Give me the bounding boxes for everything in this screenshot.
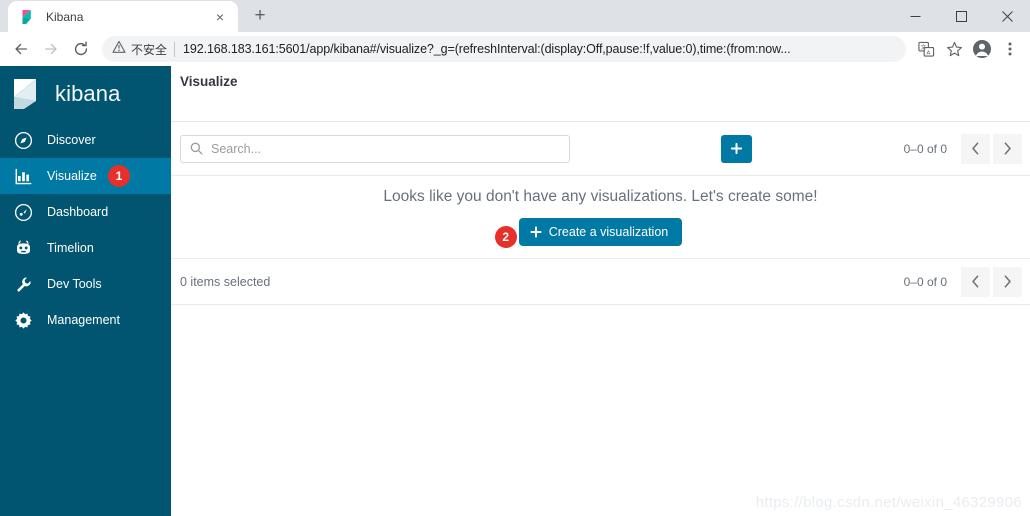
sidebar-item-management[interactable]: Management <box>0 302 171 338</box>
sidebar-item-label: Management <box>47 313 120 327</box>
kibana-app: kibana Discover Visualize 1 Dashboard Ti… <box>0 66 1030 516</box>
plus-icon <box>731 142 743 155</box>
pagination-prev-button[interactable] <box>961 133 990 164</box>
pagination-prev-button[interactable] <box>961 266 990 297</box>
empty-state-message: Looks like you don't have any visualizat… <box>383 188 818 205</box>
maximize-icon[interactable] <box>938 0 984 32</box>
gear-icon <box>12 309 34 331</box>
search-icon <box>190 142 203 155</box>
page-canvas: https://blog.csdn.net/weixin_46329906 <box>171 305 1030 516</box>
sidebar-item-label: Timelion <box>47 241 94 255</box>
sidebar-item-label: Visualize <box>47 169 97 183</box>
search-input[interactable] <box>211 141 560 156</box>
chevron-right-icon <box>1004 142 1011 155</box>
chevron-left-icon <box>972 142 979 155</box>
create-visualization-label: Create a visualization <box>548 225 669 239</box>
forward-arrow-icon[interactable] <box>36 34 66 64</box>
chevron-right-icon <box>1004 275 1011 288</box>
create-visualization-button[interactable]: Create a visualization <box>518 218 683 246</box>
wrench-icon <box>12 273 34 295</box>
page-header: Visualize <box>171 66 1030 122</box>
dashboard-icon <box>12 201 34 223</box>
not-secure-warning-icon <box>112 40 126 59</box>
reload-icon[interactable] <box>66 34 96 64</box>
pagination-bottom: 0–0 of 0 <box>903 266 1022 297</box>
sidebar-item-label: Dashboard <box>47 205 109 219</box>
pagination-next-button[interactable] <box>993 266 1022 297</box>
chevron-left-icon <box>972 275 979 288</box>
star-icon[interactable] <box>940 35 968 63</box>
sidebar-item-timelion[interactable]: Timelion <box>0 230 171 266</box>
compass-icon <box>12 129 34 151</box>
omnibox-divider <box>174 41 176 57</box>
account-avatar-icon[interactable] <box>968 35 996 63</box>
sidebar-nav: Discover Visualize 1 Dashboard Timelion … <box>0 122 171 338</box>
address-bar-url: 192.168.183.161:5601/app/kibana#/visuali… <box>183 42 791 56</box>
tab-close-icon[interactable]: × <box>212 9 228 25</box>
kibana-logo <box>11 77 45 111</box>
address-bar[interactable]: 不安全 192.168.183.161:5601/app/kibana#/vis… <box>102 36 906 62</box>
sidebar-brand[interactable]: kibana <box>0 66 171 122</box>
minimize-icon[interactable] <box>892 0 938 32</box>
bar-chart-icon <box>12 165 34 187</box>
pagination-count: 0–0 of 0 <box>903 274 947 289</box>
browser-tab-kibana[interactable]: Kibana × <box>8 1 238 32</box>
three-dot-menu-icon[interactable] <box>996 35 1024 63</box>
main-content: Visualize 0–0 of 0 <box>171 66 1030 516</box>
sidebar-item-dashboard[interactable]: Dashboard <box>0 194 171 230</box>
sidebar-item-label: Discover <box>47 133 96 147</box>
pagination-top: 0–0 of 0 <box>903 133 1022 164</box>
tab-title: Kibana <box>46 9 84 24</box>
pagination-next-button[interactable] <box>993 133 1022 164</box>
sidebar-item-dev-tools[interactable]: Dev Tools <box>0 266 171 302</box>
translate-icon[interactable]: 文 A <box>912 35 940 63</box>
pagination-count: 0–0 of 0 <box>903 141 947 156</box>
back-arrow-icon[interactable] <box>6 34 36 64</box>
not-secure-label: 不安全 <box>131 42 168 57</box>
list-footer: 0 items selected 0–0 of 0 <box>171 259 1030 305</box>
svg-text:文: 文 <box>920 42 926 50</box>
kibana-favicon <box>20 9 36 25</box>
selection-count: 0 items selected <box>180 274 271 289</box>
svg-text:A: A <box>926 50 930 56</box>
sidebar-item-discover[interactable]: Discover <box>0 122 171 158</box>
page-title: Visualize <box>180 74 238 89</box>
empty-state: Looks like you don't have any visualizat… <box>171 176 1030 259</box>
watermark: https://blog.csdn.net/weixin_46329906 <box>755 494 1022 511</box>
close-icon[interactable] <box>984 0 1030 32</box>
plus-icon <box>530 226 542 238</box>
add-visualization-button[interactable] <box>721 134 753 163</box>
sidebar-item-visualize[interactable]: Visualize 1 <box>0 158 171 194</box>
window-controls <box>892 0 1030 32</box>
create-visualization-wrap: 2 Create a visualization <box>494 218 683 248</box>
browser-toolbar: 不安全 192.168.183.161:5601/app/kibana#/vis… <box>0 32 1030 66</box>
sidebar-item-label: Dev Tools <box>47 277 102 291</box>
list-toolbar: 0–0 of 0 <box>171 122 1030 176</box>
sidebar-brand-label: kibana <box>55 81 121 106</box>
annotation-badge-2: 2 <box>494 226 517 248</box>
sidebar: kibana Discover Visualize 1 Dashboard Ti… <box>0 66 171 516</box>
tab-strip: Kibana × + <box>0 0 1030 32</box>
search-box[interactable] <box>180 134 570 163</box>
browser-chrome: Kibana × + 不安全 192.168.183.161:5601/app/… <box>0 0 1030 66</box>
new-tab-button[interactable]: + <box>246 2 274 30</box>
timelion-icon <box>12 237 34 259</box>
annotation-badge-1: 1 <box>108 165 130 187</box>
